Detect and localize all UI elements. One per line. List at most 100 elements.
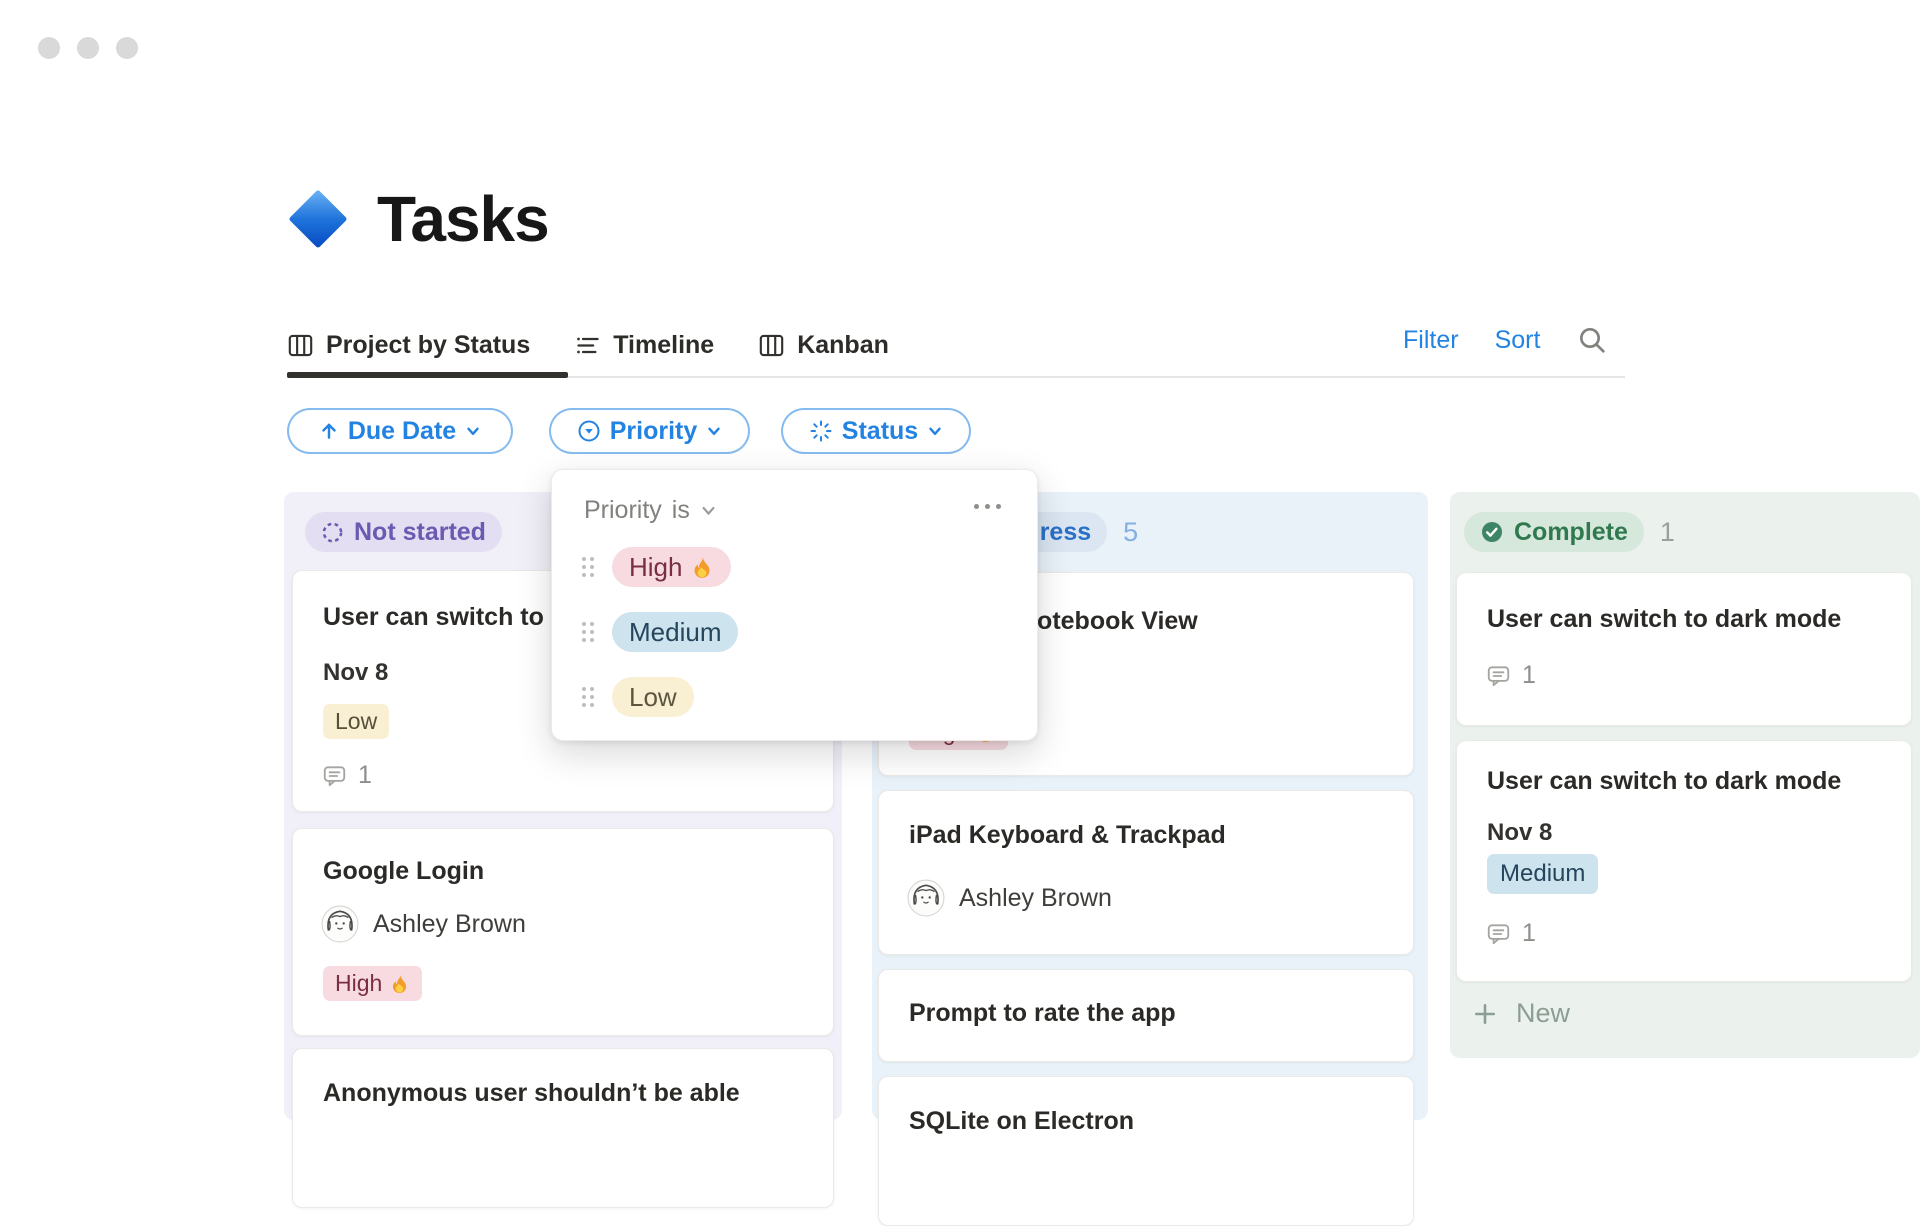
comment-count: 1 [1485,919,1536,948]
column-header: Complete 1 [1450,492,1920,552]
dropdown-operator: is [671,496,690,524]
comment-icon [321,763,348,789]
column-label: Not started [354,517,486,546]
assignee: Ashley Brown [321,905,526,943]
board-view-icon [758,332,785,359]
card-title: User can switch to dark mode [1487,767,1842,795]
card-title: SQLite on Electron [909,1107,1135,1135]
card-title: User can switch to dark mode [1487,605,1842,633]
task-card[interactable]: User can switch to dark mode Nov 8 Mediu… [1456,740,1912,982]
task-card[interactable]: iPad Keyboard & Trackpad Ashley Brown [878,790,1414,955]
status-pill-complete[interactable]: Complete [1464,512,1644,552]
tab-project-by-status[interactable]: Project by Status [287,331,530,360]
flame-icon [389,973,410,994]
tab-kanban[interactable]: Kanban [758,331,889,360]
option-label: Medium [629,616,722,647]
card-due-date: Nov 8 [1487,819,1553,846]
dropdown-field: Priority [584,496,662,524]
filter-button[interactable]: Filter [1403,326,1459,355]
card-due-date: Nov 8 [323,659,389,686]
board-view-icon [287,332,314,359]
close-button[interactable] [38,37,60,59]
comment-icon [1485,921,1512,947]
page-header: Tasks [289,182,550,256]
chevron-down-icon [706,423,722,439]
tag-label: Low [335,708,378,734]
comment-number: 1 [358,761,372,789]
priority-tag-high: High [323,966,423,1001]
tag-label: Medium [1500,860,1586,887]
assignee-name: Ashley Brown [373,909,526,938]
ellipsis-menu-icon[interactable] [974,504,1001,509]
sort-button[interactable]: Sort [1495,326,1541,355]
check-circle-icon [1480,520,1504,544]
column-label: Complete [1514,517,1628,546]
drag-handle-icon[interactable] [582,687,594,707]
priority-circle-icon [577,419,601,443]
tab-label: Kanban [797,330,889,359]
priority-tag-low: Low [323,704,390,739]
task-card[interactable]: SQLite on Electron [878,1076,1414,1226]
zoom-button[interactable] [116,37,138,59]
plus-icon [1472,1001,1498,1027]
new-label: New [1516,998,1571,1028]
blue-diamond-icon [289,190,347,248]
comment-number: 1 [1522,661,1536,689]
priority-filter-pill[interactable]: Priority [549,408,750,454]
tab-timeline[interactable]: Timeline [574,331,714,360]
task-card[interactable]: Anonymous user shouldn’t be able [292,1048,834,1208]
due-date-filter-pill[interactable]: Due Date [287,408,513,454]
status-burst-icon [809,419,833,443]
search-icon[interactable] [1576,324,1608,356]
priority-option-medium[interactable]: Medium [582,612,739,652]
timeline-view-icon [574,332,601,359]
option-label: High [629,551,683,582]
pill-label: Due Date [347,416,457,445]
priority-option-high[interactable]: High [582,547,732,587]
drag-handle-icon[interactable] [582,557,594,577]
add-new-card-button[interactable]: New [1472,998,1570,1029]
priority-tag-medium: Medium [1487,854,1599,894]
task-card[interactable]: Google Login Ashley Brown High [292,828,834,1036]
priority-filter-dropdown: Priority is High Medium Low [551,469,1038,741]
flame-icon [690,555,714,579]
pill-label: Status [841,416,919,445]
comment-count: 1 [321,761,372,790]
priority-option-low[interactable]: Low [582,677,694,717]
tab-label: Project by Status [326,330,531,359]
card-title: Anonymous user shouldn’t be able [323,1079,740,1107]
view-tabs: Project by Status Timeline Kanban [287,320,889,370]
pill-label: Priority [609,416,698,445]
card-title: Notebook View [1019,607,1198,635]
task-card[interactable]: User can switch to dark mode 1 [1456,572,1912,726]
status-filter-pill[interactable]: Status [781,408,971,454]
active-tab-underline [287,372,568,378]
dropdown-header[interactable]: Priority is [584,496,717,525]
avatar [907,879,945,917]
card-title: Prompt to rate the app [909,999,1176,1027]
task-card[interactable]: Prompt to rate the app [878,969,1414,1062]
comment-number: 1 [1522,919,1536,947]
assignee-name: Ashley Brown [959,883,1112,912]
avatar [321,905,359,943]
dashed-circle-icon [321,521,344,544]
card-title: Google Login [323,857,485,885]
comment-count: 1 [1485,661,1536,690]
tag-label: High [335,970,383,996]
view-actions: Filter Sort [1403,324,1608,356]
page-title: Tasks [377,183,550,255]
arrow-up-icon [319,421,339,441]
drag-handle-icon[interactable] [582,622,594,642]
card-title: iPad Keyboard & Trackpad [909,821,1226,849]
minimize-button[interactable] [77,37,99,59]
chevron-down-icon [700,502,717,519]
column-count: 1 [1659,516,1675,547]
option-label: Low [629,681,677,712]
column-count: 5 [1123,516,1139,547]
tasks-board-page: Tasks Project by Status Timeline Kanban … [0,0,1920,1226]
tab-label: Timeline [613,330,715,359]
assignee: Ashley Brown [907,879,1112,917]
chevron-down-icon [465,423,481,439]
status-pill-not-started[interactable]: Not started [305,512,502,552]
comment-icon [1485,663,1512,689]
